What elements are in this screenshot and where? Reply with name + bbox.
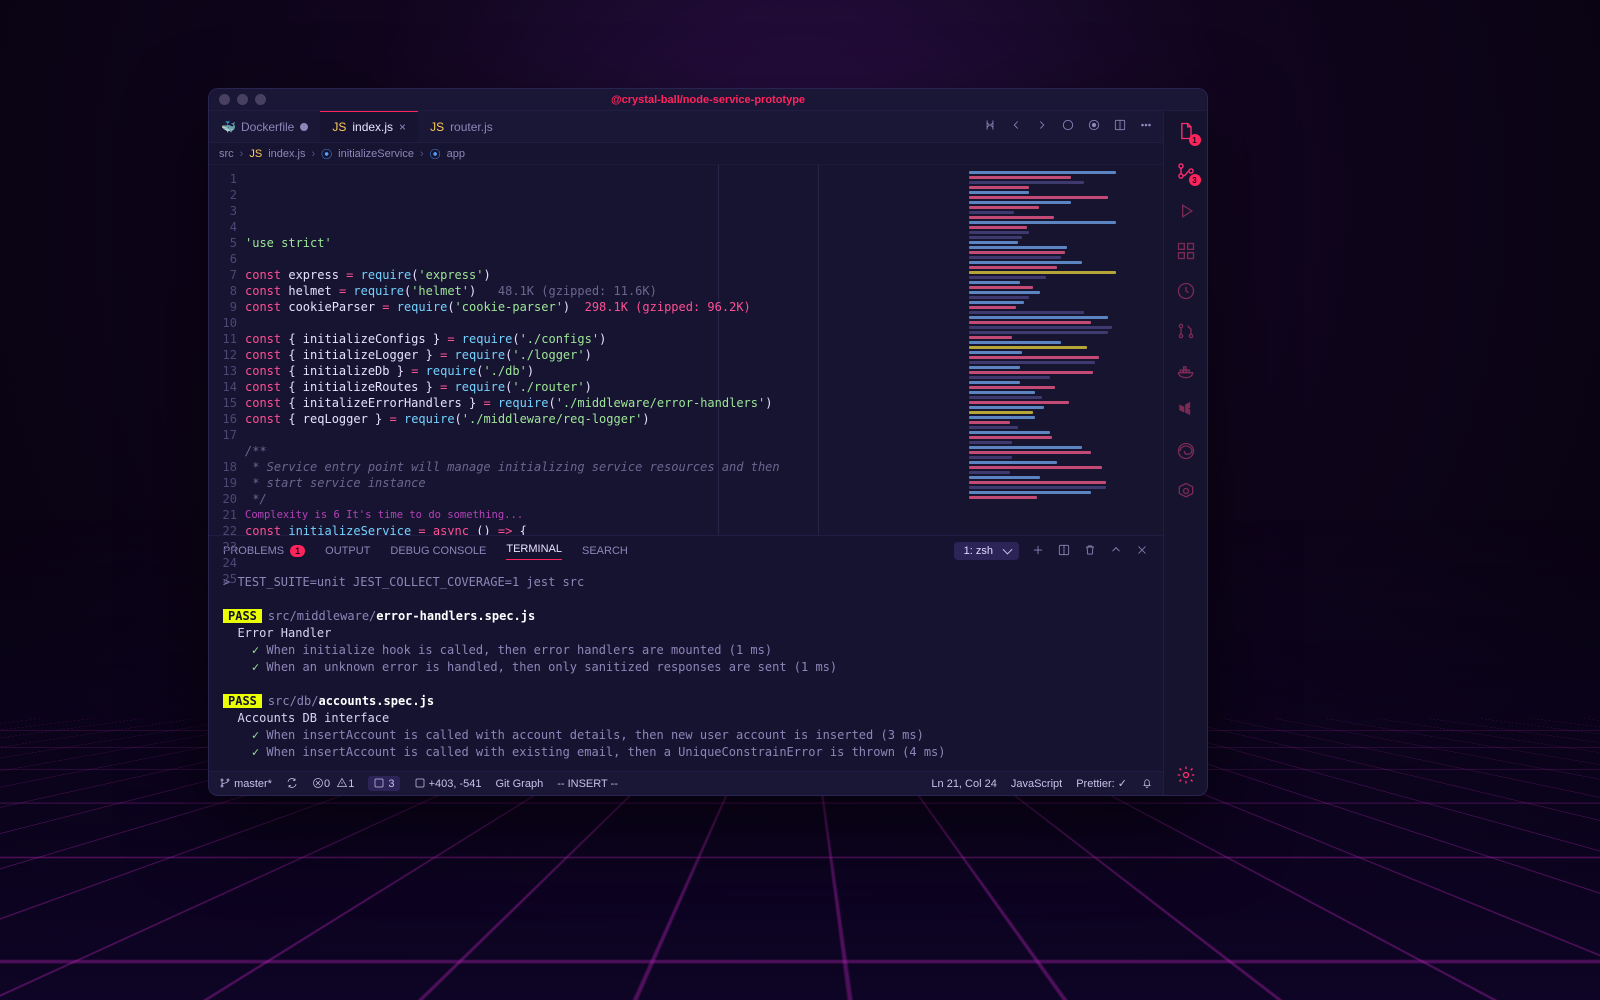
- terminal-selector[interactable]: 1: zsh: [954, 542, 1019, 560]
- code-line[interactable]: * start service instance: [245, 475, 963, 491]
- editor-tab[interactable]: JS router.js: [418, 111, 505, 142]
- status-sync[interactable]: [286, 777, 298, 790]
- docker-file-icon: 🐳: [221, 120, 235, 134]
- editor-tabs: 🐳 Dockerfile JS index.js × JS router.js: [209, 111, 1163, 143]
- panel-tab-output[interactable]: OUTPUT: [325, 545, 370, 557]
- terminal-output[interactable]: > TEST_SUITE=unit JEST_COLLECT_COVERAGE=…: [209, 566, 1163, 771]
- js-file-icon: JS: [430, 120, 444, 134]
- code-line[interactable]: const express = require('express'): [245, 267, 963, 283]
- code-line[interactable]: [245, 251, 963, 267]
- breadcrumb-part[interactable]: src: [219, 148, 234, 160]
- code-editor[interactable]: 1234567891011121314151617181920212223242…: [209, 165, 1163, 535]
- editor-actions: [973, 118, 1163, 135]
- code-line[interactable]: const { initializeDb } = require('./db'): [245, 363, 963, 379]
- code-line[interactable]: const initializeService = async () => {: [245, 523, 963, 535]
- tab-label: index.js: [352, 120, 393, 134]
- split-editor-icon[interactable]: [1113, 118, 1127, 135]
- compare-icon[interactable]: [983, 118, 997, 135]
- tab-label: router.js: [450, 120, 493, 134]
- ruler-guide: [818, 165, 819, 535]
- breadcrumb-part[interactable]: index.js: [268, 148, 305, 160]
- status-gitgraph[interactable]: Git Graph: [496, 778, 544, 790]
- code-line[interactable]: const cookieParser = require('cookie-par…: [245, 299, 963, 315]
- panel-tab-debug[interactable]: DEBUG CONSOLE: [390, 545, 486, 557]
- status-vim-mode: -- INSERT --: [557, 778, 618, 790]
- go-forward-icon[interactable]: [1035, 118, 1049, 135]
- terraform-icon[interactable]: [1174, 399, 1198, 423]
- symbol-icon: ⦿: [430, 146, 441, 162]
- go-back-icon[interactable]: [1009, 118, 1023, 135]
- code-line[interactable]: const { initializeConfigs } = require('.…: [245, 331, 963, 347]
- code-line[interactable]: const { reqLogger } = require('./middlew…: [245, 411, 963, 427]
- edge-icon[interactable]: [1174, 439, 1198, 463]
- maximize-panel-icon[interactable]: [1109, 543, 1123, 560]
- minimap[interactable]: [963, 165, 1163, 535]
- code-line[interactable]: * Service entry point will manage initia…: [245, 459, 963, 475]
- status-bell-icon[interactable]: [1141, 777, 1153, 790]
- extensions-icon[interactable]: [1174, 239, 1198, 263]
- code-line[interactable]: /**: [245, 443, 963, 459]
- code-line[interactable]: const { initializeLogger } = require('./…: [245, 347, 963, 363]
- panel-tab-search[interactable]: SEARCH: [582, 545, 628, 557]
- more-icon[interactable]: [1139, 118, 1153, 135]
- status-problems[interactable]: 0 1: [312, 777, 354, 790]
- kubernetes-icon[interactable]: [1174, 479, 1198, 503]
- status-refs[interactable]: 3: [368, 776, 399, 791]
- explorer-badge: 1: [1189, 134, 1201, 146]
- vscode-window: @crystal-ball/node-service-prototype 🐳 Do…: [208, 88, 1208, 796]
- bottom-panel: PROBLEMS 1 OUTPUT DEBUG CONSOLE TERMINAL…: [209, 535, 1163, 771]
- line-gutter: 1234567891011121314151617181920212223242…: [209, 165, 245, 535]
- symbol-icon: ⦿: [321, 146, 332, 162]
- close-panel-icon[interactable]: [1135, 543, 1149, 560]
- tab-label: Dockerfile: [241, 120, 294, 134]
- new-terminal-icon[interactable]: [1031, 543, 1045, 560]
- js-file-icon: JS: [332, 120, 346, 134]
- code-line[interactable]: [245, 427, 963, 443]
- panel-tabs: PROBLEMS 1 OUTPUT DEBUG CONSOLE TERMINAL…: [209, 536, 1163, 566]
- panel-tab-terminal[interactable]: TERMINAL: [506, 543, 562, 560]
- close-tab-icon[interactable]: ×: [399, 120, 406, 134]
- docker-icon[interactable]: [1174, 359, 1198, 383]
- code-line[interactable]: 'use strict': [245, 235, 963, 251]
- code-line[interactable]: [245, 315, 963, 331]
- radio-icon[interactable]: [1087, 118, 1101, 135]
- ruler-guide: [718, 165, 719, 535]
- status-cursor[interactable]: Ln 21, Col 24: [931, 778, 996, 790]
- problems-badge: 1: [290, 545, 305, 557]
- code-line[interactable]: */: [245, 491, 963, 507]
- history-icon[interactable]: [1174, 279, 1198, 303]
- codelens-hint[interactable]: Complexity is 6 It's time to do somethin…: [245, 507, 963, 523]
- circle-icon[interactable]: [1061, 118, 1075, 135]
- scm-icon[interactable]: 3: [1174, 159, 1198, 183]
- status-branch[interactable]: master*: [219, 777, 272, 790]
- breadcrumb-part[interactable]: initializeService: [338, 148, 414, 160]
- editor-tab[interactable]: 🐳 Dockerfile: [209, 111, 320, 142]
- trash-icon[interactable]: [1083, 543, 1097, 560]
- status-bar: master* 0 1 3 +403, -541 Git Graph -- IN…: [209, 771, 1163, 795]
- breadcrumb[interactable]: src › JS index.js › ⦿ initializeService …: [209, 143, 1163, 165]
- code-line[interactable]: const helmet = require('helmet') 48.1K (…: [245, 283, 963, 299]
- status-prettier[interactable]: Prettier: ✓: [1076, 777, 1127, 790]
- debug-icon[interactable]: [1174, 199, 1198, 223]
- code-line[interactable]: const { initializeRoutes } = require('./…: [245, 379, 963, 395]
- titlebar[interactable]: @crystal-ball/node-service-prototype: [209, 89, 1207, 111]
- explorer-icon[interactable]: 1: [1174, 119, 1198, 143]
- traffic-lights[interactable]: [219, 94, 266, 105]
- js-file-icon: JS: [249, 148, 262, 160]
- activity-bar: 1 3: [1163, 111, 1207, 795]
- scm-badge: 3: [1189, 174, 1201, 186]
- breadcrumb-part[interactable]: app: [447, 148, 465, 160]
- window-title: @crystal-ball/node-service-prototype: [209, 94, 1207, 106]
- code-content[interactable]: 'use strict' const express = require('exp…: [245, 165, 963, 535]
- status-language[interactable]: JavaScript: [1011, 778, 1062, 790]
- split-terminal-icon[interactable]: [1057, 543, 1071, 560]
- status-diff[interactable]: +403, -541: [414, 777, 482, 790]
- pr-icon[interactable]: [1174, 319, 1198, 343]
- editor-tab[interactable]: JS index.js ×: [320, 111, 418, 142]
- code-line[interactable]: const { initalizeErrorHandlers } = requi…: [245, 395, 963, 411]
- modified-dot-icon: [300, 123, 308, 131]
- settings-gear-icon[interactable]: [1174, 763, 1198, 787]
